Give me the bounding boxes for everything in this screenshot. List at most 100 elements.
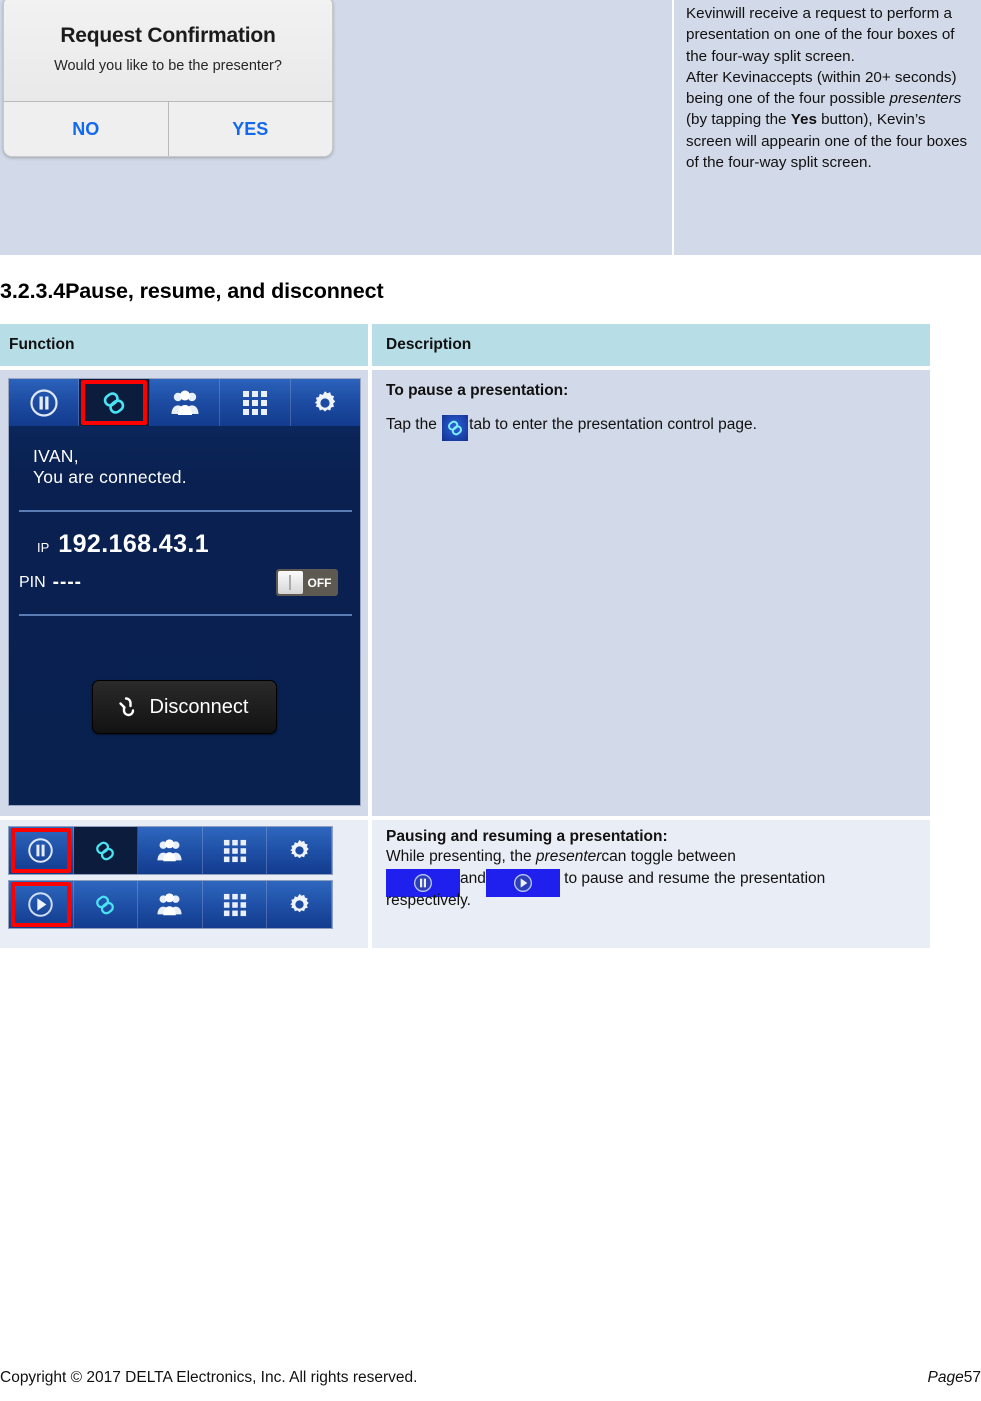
broken-link-icon [118,697,134,717]
section-title: Pause, resume, and disconnect [65,279,384,303]
play-icon [28,892,54,917]
footer-page-word: Page [927,1369,964,1386]
toolbar-pause-button[interactable] [9,379,80,426]
row2-desc-title: Pausing and resuming a presentation: [386,828,668,845]
link-icon [103,391,125,414]
row2-desc-line2: and to pause and resume the presentation… [386,868,914,912]
people-icon [171,390,199,415]
link-icon [96,895,115,914]
header-description: Description [386,336,472,353]
dialog-body: Request Confirmation Would you like to b… [4,0,332,101]
pin-label: PIN [19,573,46,591]
row1-desc-spacer [386,400,914,414]
row2-desc-line1: While presenting, the presentercan toggl… [386,846,914,868]
toolbar-link-button[interactable] [79,379,150,426]
table-header-row: Function Description [0,324,930,366]
toolbar-pause-state [8,826,333,875]
carryover-table: Request Confirmation Would you like to b… [0,0,981,255]
grid-icon [242,390,267,415]
link-icon [448,421,463,436]
link-icon [96,841,115,860]
inline-link-icon [442,415,469,442]
grid-icon [223,839,246,862]
play-icon [513,873,532,892]
row2-line1-b: can toggle between [601,848,736,865]
disconnect-button[interactable]: Disconnect [91,680,278,734]
toolbar-play-state [8,880,333,929]
row1-function-cell: IVAN, You are connected. IP 192.168.43.1… [0,370,368,816]
connection-info: IVAN, You are connected. [9,426,360,488]
ip-label: IP [37,540,50,555]
pause-icon [414,873,432,892]
mini-link-button-2[interactable] [74,881,139,928]
dialog-buttons: NO YES [4,101,332,156]
section-heading: 3.2.3.4Pause, resume, and disconnect [0,279,384,304]
mini-link-button[interactable] [73,827,139,874]
header-function: Function [9,336,75,353]
toolbar-grid-button[interactable] [220,379,291,426]
toolbar-settings-button[interactable] [291,379,360,426]
row2-line1-a: While presenting, the [386,848,536,865]
row1-description-cell: To pause a presentation: Tap the tab to … [372,370,930,816]
document-page: Request Confirmation Would you like to b… [0,0,981,1401]
pause-icon [30,388,58,417]
mini-settings-button-2[interactable] [267,881,332,928]
dialog-message: Would you like to be the presenter? [54,58,282,74]
footer-page-number: 57 [963,1369,981,1386]
ip-value: 192.168.43.1 [58,530,210,558]
row1-desc-part2: tab to enter the presentation control pa… [469,416,757,433]
mini-grid-button-2[interactable] [203,881,268,928]
row1-desc-part1: Tap the [386,416,442,433]
carryover-paragraph-2: After Kevinaccepts (within 20+ seconds) … [686,67,975,173]
dialog-yes-button[interactable]: YES [168,102,332,156]
function-description-table: Function Description IVAN, You are conne… [0,324,930,948]
mini-grid-button[interactable] [203,827,268,874]
people-icon [157,839,183,862]
mini-play-button[interactable] [9,881,74,928]
table-row: Pausing and resuming a presentation: Whi… [0,820,930,948]
section-number: 3.2.3.4 [0,279,66,303]
carryover-function-cell: Request Confirmation Would you like to b… [0,0,672,255]
mini-settings-button[interactable] [267,827,332,874]
gear-icon [289,893,309,913]
dialog-title: Request Confirmation [60,24,276,47]
table-row: IVAN, You are connected. IP 192.168.43.1… [0,370,930,816]
carryover-p2-b: (by tapping the [686,111,791,129]
toggle-state-label: OFF [307,575,332,590]
row2-function-cell [0,820,368,948]
carryover-description-cell: Kevinwill receive a request to perform a… [674,0,981,255]
gear-icon [289,839,309,859]
connection-status: You are connected. [33,467,187,487]
app-toolbar [9,379,360,426]
toggle-knob [278,571,303,594]
ip-row: IP 192.168.43.1 [9,512,360,559]
row1-desc-title: To pause a presentation: [386,382,569,399]
toolbar-people-button[interactable] [150,379,221,426]
carryover-p2-presenters: presenters [889,90,962,108]
toolbar-states-screenshot [0,820,368,929]
pin-value: ---- [52,571,82,593]
row1-desc-text: Tap the tab to enter the presentation co… [386,414,914,442]
pause-icon [28,838,54,863]
inline-play-icon [485,868,560,897]
gear-icon [315,390,336,412]
carryover-paragraph-1: Kevinwill receive a request to perform a… [686,5,955,65]
carryover-p2-yes: Yes [790,111,817,129]
dialog-no-button[interactable]: NO [4,102,169,156]
footer-page: Page57 [928,1369,981,1387]
device-name: IVAN, [33,446,79,466]
mini-pause-button[interactable] [9,827,74,874]
pin-toggle-switch[interactable]: OFF [276,569,338,596]
request-confirmation-dialog: Request Confirmation Would you like to b… [3,0,333,157]
divider-bottom [19,614,352,616]
disconnect-label: Disconnect [149,695,249,718]
row2-description-cell: Pausing and resuming a presentation: Whi… [372,820,930,948]
grid-icon [223,893,246,916]
row2-line2-and: and [460,870,486,887]
mini-people-button[interactable] [138,827,203,874]
disconnect-area: Disconnect [9,680,360,734]
page-footer: Copyright © 2017 DELTA Electronics, Inc.… [0,1369,981,1387]
pin-row: PIN ---- OFF [9,559,360,596]
mini-people-button-2[interactable] [138,881,203,928]
footer-copyright: Copyright © 2017 DELTA Electronics, Inc.… [0,1369,418,1386]
